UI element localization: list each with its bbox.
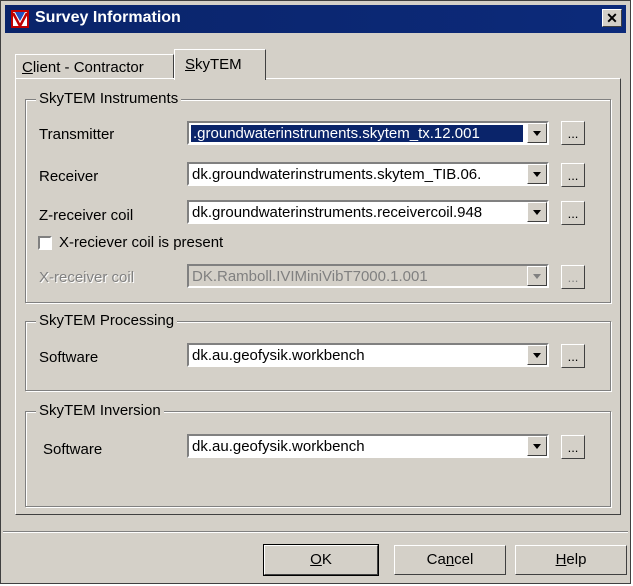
group-skytem-inversion: SkyTEM Inversion — [25, 402, 611, 507]
cancel-label-pre: Ca — [426, 551, 446, 568]
help-accel: H — [555, 551, 567, 568]
tab-accel: S — [185, 56, 196, 73]
processing-software-label: Software — [39, 349, 99, 366]
ok-accel: O — [310, 551, 322, 568]
help-label: elp — [566, 551, 587, 568]
tab-label: kyTEM — [195, 56, 242, 73]
cancel-accel: n — [445, 551, 455, 568]
group-title: SkyTEM Processing — [36, 312, 178, 329]
chevron-down-icon[interactable] — [527, 164, 547, 184]
help-button[interactable]: Help — [515, 545, 627, 575]
tab-client-contractor[interactable]: Client - Contractor — [15, 54, 174, 78]
inversion-software-browse-button[interactable]: ... — [561, 435, 585, 459]
window-title: Survey Information — [35, 9, 181, 26]
processing-software-value: dk.au.geofysik.workbench — [192, 347, 365, 364]
cancel-label-post: cel — [454, 551, 474, 568]
x-receiver-coil-combo[interactable]: DK.Ramboll.IVIMiniVibT7000.1.001 — [187, 264, 549, 288]
chevron-down-icon[interactable] — [527, 436, 547, 456]
tab-label: lient - Contractor — [32, 59, 144, 76]
x-coil-present-label[interactable]: X-reciever coil is present — [59, 234, 223, 251]
inversion-software-combo[interactable]: dk.au.geofysik.workbench — [187, 434, 549, 458]
z-receiver-coil-label: Z-receiver coil — [39, 207, 134, 224]
x-receiver-coil-browse-button[interactable]: ... — [561, 265, 585, 289]
inversion-software-value: dk.au.geofysik.workbench — [192, 438, 365, 455]
survey-information-dialog: Survey Information ✕ Client - Contractor… — [0, 0, 631, 584]
chevron-down-icon[interactable] — [527, 345, 547, 365]
z-receiver-coil-value: dk.groundwaterinstruments.receivercoil.9… — [192, 204, 483, 221]
transmitter-combo[interactable]: .groundwaterinstruments.skytem_tx.12.001 — [187, 121, 549, 145]
z-receiver-coil-browse-button[interactable]: ... — [561, 201, 585, 225]
receiver-value: dk.groundwaterinstruments.skytem_TIB.06. — [192, 166, 482, 183]
receiver-label: Receiver — [39, 168, 99, 185]
processing-software-combo[interactable]: dk.au.geofysik.workbench — [187, 343, 549, 367]
cancel-button[interactable]: Cancel — [394, 545, 506, 575]
close-icon: ✕ — [606, 10, 618, 26]
tab-accel: C — [22, 59, 33, 76]
receiver-combo[interactable]: dk.groundwaterinstruments.skytem_TIB.06. — [187, 162, 549, 186]
inversion-software-label: Software — [43, 441, 103, 458]
processing-software-browse-button[interactable]: ... — [561, 344, 585, 368]
ok-label: K — [321, 551, 332, 568]
footer-separator — [3, 531, 628, 533]
tab-skytem[interactable]: SkyTEM — [174, 49, 266, 80]
transmitter-label: Transmitter — [39, 126, 115, 143]
z-receiver-coil-combo[interactable]: dk.groundwaterinstruments.receivercoil.9… — [187, 200, 549, 224]
group-title: SkyTEM Inversion — [36, 402, 164, 419]
transmitter-browse-button[interactable]: ... — [561, 121, 585, 145]
chevron-down-icon[interactable] — [527, 202, 547, 222]
chevron-down-icon[interactable] — [527, 266, 547, 286]
app-icon — [11, 10, 29, 28]
close-button[interactable]: ✕ — [602, 9, 622, 27]
x-receiver-coil-label: X-receiver coil — [39, 269, 135, 286]
transmitter-value: .groundwaterinstruments.skytem_tx.12.001 — [191, 125, 523, 142]
group-title: SkyTEM Instruments — [36, 90, 182, 107]
chevron-down-icon[interactable] — [527, 123, 547, 143]
title-bar[interactable]: Survey Information ✕ — [5, 5, 626, 33]
ok-button[interactable]: OK — [263, 544, 379, 576]
x-receiver-coil-value: DK.Ramboll.IVIMiniVibT7000.1.001 — [192, 268, 428, 285]
x-coil-present-checkbox[interactable] — [38, 236, 52, 250]
receiver-browse-button[interactable]: ... — [561, 163, 585, 187]
